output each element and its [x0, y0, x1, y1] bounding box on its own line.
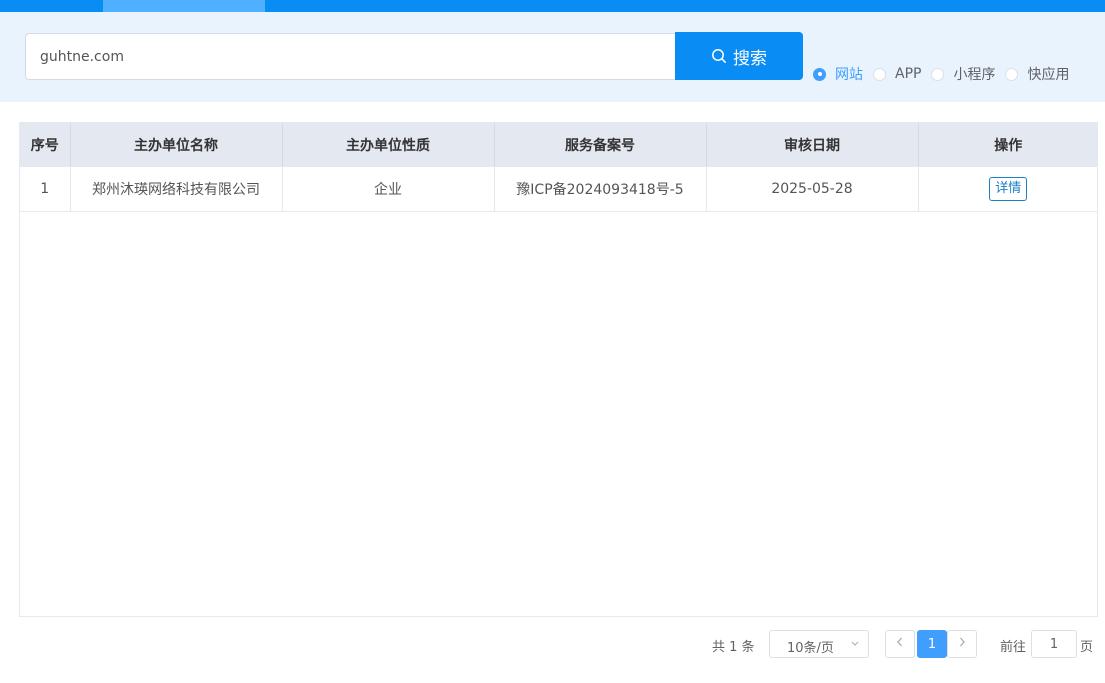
radio-dot [1005, 67, 1019, 81]
prev-page-button[interactable] [885, 630, 915, 658]
cell-org-name: 郑州沐瑛网络科技有限公司 [70, 167, 283, 212]
radio-dot [813, 67, 826, 81]
radio-website[interactable]: 网站 [813, 64, 863, 84]
detail-button[interactable]: 详情 [989, 177, 1028, 201]
radio-dot [931, 67, 945, 81]
goto-page-input[interactable] [1031, 630, 1077, 658]
page-size-select[interactable]: 10条/页 [769, 630, 869, 658]
search-panel: 搜索 网站 APP 小程序 快应用 [0, 12, 1105, 102]
cell-review-date: 2025-05-28 [706, 167, 919, 212]
header-org-name: 主办单位名称 [70, 123, 283, 167]
header-record-no: 服务备案号 [494, 123, 707, 167]
radio-dot [873, 67, 886, 81]
cell-record-no: 豫ICP备2024093418号-5 [494, 167, 707, 212]
cell-org-type: 企业 [282, 167, 495, 212]
radio-mini-program[interactable]: 小程序 [931, 64, 995, 84]
pagination-total: 共 1 条 [712, 640, 755, 655]
search-button-label: 搜索 [733, 48, 767, 69]
type-radio-group: 网站 APP 小程序 快应用 [813, 64, 1069, 84]
chevron-right-icon [957, 636, 967, 652]
page-number-button[interactable]: 1 [917, 630, 947, 658]
radio-label: APP [895, 66, 922, 82]
header-index: 序号 [20, 123, 71, 167]
search-icon [711, 48, 727, 64]
search-button[interactable]: 搜索 [675, 32, 803, 80]
radio-label: 网站 [835, 67, 863, 83]
chevron-left-icon [895, 636, 905, 652]
header-org-type: 主办单位性质 [282, 123, 495, 167]
table-row: 1 郑州沐瑛网络科技有限公司 企业 豫ICP备2024093418号-5 202… [20, 167, 1098, 212]
radio-label: 快应用 [1027, 67, 1070, 83]
pagination: 共 1 条 10条/页 1 前往 页 [0, 630, 1105, 658]
cell-action: 详情 [918, 167, 1098, 212]
top-nav-bar [0, 0, 1105, 12]
radio-quick-app[interactable]: 快应用 [1005, 64, 1069, 84]
goto-label: 前往 [1000, 640, 1027, 655]
cell-index: 1 [20, 167, 71, 212]
top-nav-active-tab[interactable] [103, 0, 265, 12]
page-suffix-label: 页 [1080, 640, 1094, 655]
chevron-down-icon [850, 637, 860, 655]
search-input[interactable] [25, 33, 675, 80]
results-table: 序号 主办单位名称 主办单位性质 服务备案号 审核日期 操作 1 郑州沐瑛网络科… [19, 122, 1098, 617]
header-action: 操作 [918, 123, 1098, 167]
header-review-date: 审核日期 [706, 123, 919, 167]
radio-label: 小程序 [953, 67, 996, 83]
page-size-value: 10条/页 [787, 641, 834, 656]
radio-app[interactable]: APP [873, 66, 921, 82]
table-header-row: 序号 主办单位名称 主办单位性质 服务备案号 审核日期 操作 [20, 123, 1098, 167]
next-page-button[interactable] [947, 630, 977, 658]
